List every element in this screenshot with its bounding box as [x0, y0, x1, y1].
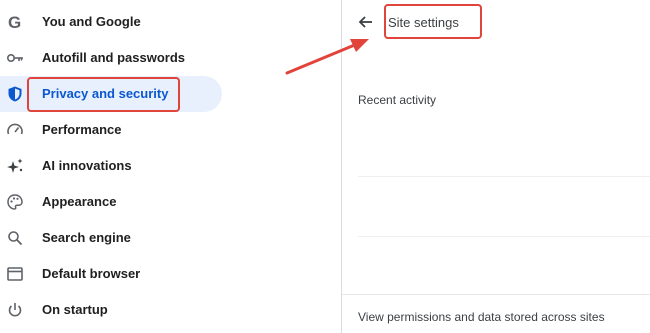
- list-divider: [358, 236, 650, 237]
- sidebar-item-autofill[interactable]: Autofill and passwords: [0, 40, 222, 76]
- sidebar-item-you-and-google[interactable]: G You and Google: [0, 4, 222, 40]
- highlight-box-title: [384, 4, 482, 39]
- google-g-icon: G: [6, 13, 24, 31]
- sidebar-item-label: Default browser: [42, 266, 141, 281]
- highlight-box-privacy: [27, 77, 180, 112]
- footer-divider: [342, 294, 650, 295]
- svg-text:G: G: [8, 13, 21, 31]
- palette-icon: [6, 193, 24, 211]
- recent-activity-heading: Recent activity: [358, 93, 437, 107]
- sidebar-item-label: Search engine: [42, 230, 131, 245]
- browser-window-icon: [6, 265, 24, 283]
- arrow-back-icon[interactable]: [356, 12, 376, 32]
- sidebar-item-ai-innovations[interactable]: AI innovations: [0, 148, 222, 184]
- sidebar-item-performance[interactable]: Performance: [0, 112, 222, 148]
- site-settings-panel: Site settings Recent activity View permi…: [342, 0, 650, 333]
- shield-icon: [6, 85, 24, 103]
- power-icon: [6, 301, 24, 319]
- search-icon: [6, 229, 24, 247]
- sidebar-item-search-engine[interactable]: Search engine: [0, 220, 222, 256]
- sidebar-item-label: Autofill and passwords: [42, 50, 186, 65]
- sidebar-item-label: You and Google: [42, 14, 141, 29]
- sidebar-item-on-startup[interactable]: On startup: [0, 292, 222, 328]
- sidebar-item-default-browser[interactable]: Default browser: [0, 256, 222, 292]
- key-icon: [6, 49, 24, 67]
- site-data-description[interactable]: View permissions and data stored across …: [358, 310, 605, 324]
- sidebar-item-label: AI innovations: [42, 158, 132, 173]
- sidebar-item-appearance[interactable]: Appearance: [0, 184, 222, 220]
- settings-sidebar: G You and Google Autofill and passwords …: [0, 0, 341, 333]
- list-divider: [358, 176, 650, 177]
- speedometer-icon: [6, 121, 24, 139]
- sparkle-icon: [6, 157, 24, 175]
- sidebar-item-label: Appearance: [42, 194, 117, 209]
- sidebar-item-label: On startup: [42, 302, 108, 317]
- sidebar-item-label: Performance: [42, 122, 122, 137]
